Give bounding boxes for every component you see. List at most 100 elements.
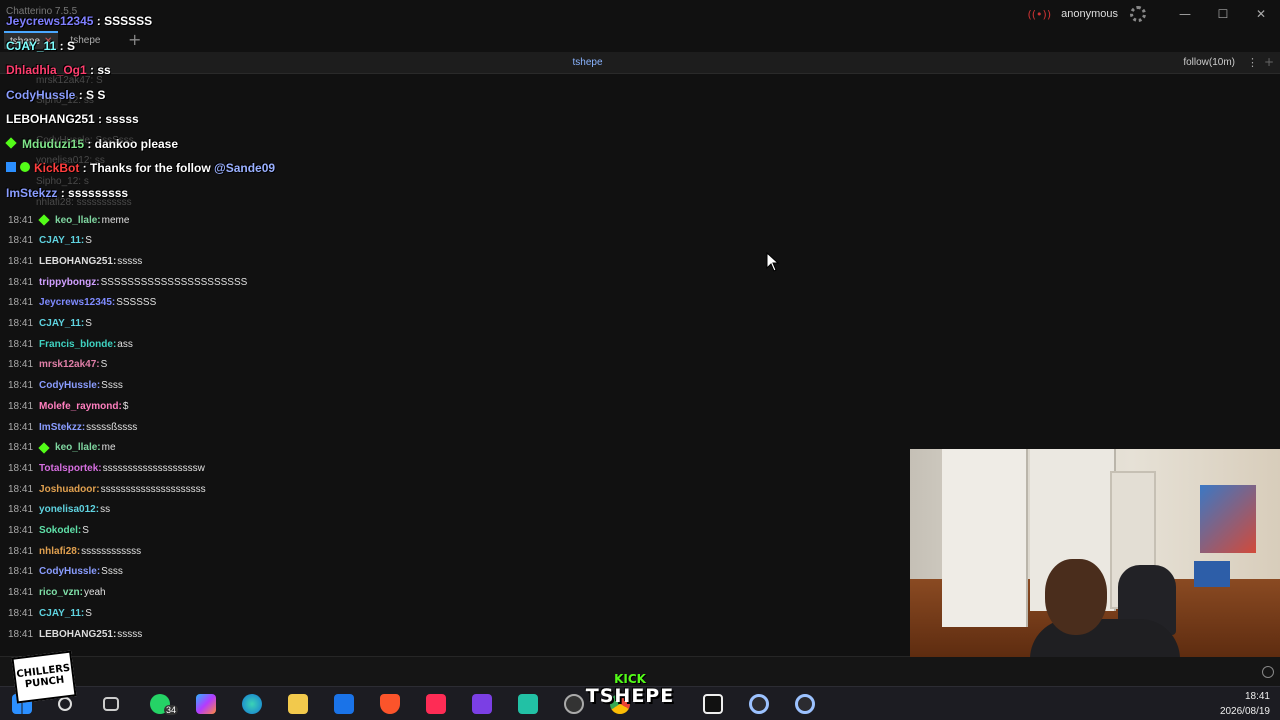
maximize-button[interactable]: ☐ — [1204, 7, 1242, 21]
chat-message[interactable]: 18:41 keo_llale: me — [8, 439, 116, 457]
message-timestamp: 18:41 — [8, 421, 34, 433]
message-username[interactable]: CodyHussle: — [39, 566, 100, 577]
system-clock[interactable]: 18:41 2026/08/19 — [1220, 689, 1270, 719]
search-icon[interactable] — [58, 697, 72, 711]
message-username[interactable]: rico_vzn: — [39, 587, 83, 598]
chat-mode-indicator[interactable]: follow(10m) — [1183, 57, 1235, 68]
edge-icon[interactable] — [242, 694, 262, 714]
message-timestamp: 18:41 — [8, 276, 34, 288]
message-username[interactable]: keo_llale: — [55, 442, 101, 453]
capcut-icon[interactable] — [703, 694, 723, 714]
message-username[interactable]: Molefe_raymond: — [39, 401, 122, 412]
message-timestamp: 18:41 — [8, 504, 34, 516]
file-explorer-icon[interactable] — [288, 694, 308, 714]
copilot-icon[interactable] — [196, 694, 216, 714]
subscriber-badge-icon[interactable] — [38, 214, 50, 226]
message-username[interactable]: mrsk12ak47: — [39, 359, 100, 370]
media-app-icon[interactable] — [472, 694, 492, 714]
message-text: Ssss — [101, 380, 123, 392]
chat-message[interactable]: 18:41 CJAY_11: S — [8, 232, 92, 250]
message-username[interactable]: Totalsportek: — [39, 463, 102, 474]
emote-picker-icon[interactable] — [1262, 666, 1274, 678]
chat-message[interactable]: 18:41 LEBOHANG251: sssss — [8, 625, 142, 643]
chat-message[interactable]: 18:41 nhlafi28: ssssssssssss — [8, 542, 141, 560]
account-username[interactable]: anonymous — [1061, 8, 1118, 20]
overlay-username: CJAY_11 — [6, 39, 57, 53]
close-button[interactable]: ✕ — [1242, 7, 1280, 21]
brave-icon[interactable] — [380, 694, 400, 714]
title-bar: Chatterino 7.5.5 ((•)) anonymous — ☐ ✕ — [0, 0, 1280, 30]
chat-message[interactable]: 18:41 Jeycrews12345: SSSSSS — [8, 294, 156, 312]
chat-message[interactable]: 18:41 CJAY_11: S — [8, 315, 92, 333]
message-timestamp: 18:41 — [8, 545, 34, 557]
message-username[interactable]: trippybongz: — [39, 277, 100, 288]
chat-message[interactable]: 18:41 rico_vzn: yeah — [8, 584, 106, 602]
task-view-icon[interactable] — [103, 697, 119, 711]
chat-message-faded: yonelisa012: ss — [36, 155, 105, 166]
chatterino-icon[interactable] — [749, 694, 769, 714]
message-text: me — [101, 442, 116, 454]
chat-message[interactable]: 18:41 Joshuadoor: sssssssssssssssssssss — [8, 480, 206, 498]
message-text: S — [82, 525, 89, 536]
webcam-shelf — [1194, 561, 1230, 587]
message-timestamp: 18:41 — [8, 462, 34, 474]
message-username[interactable]: CJAY_11: — [39, 608, 84, 619]
tiktok-icon[interactable] — [426, 694, 446, 714]
messages-app-icon[interactable] — [518, 694, 538, 714]
message-timestamp: 18:41 — [8, 587, 34, 599]
chat-message[interactable]: 18:41 Sokodel: S — [8, 522, 89, 540]
message-username[interactable]: keo_llale: — [55, 215, 101, 226]
chat-message[interactable]: 18:41 yonelisa012: ss — [8, 501, 110, 519]
message-username[interactable]: Jeycrews12345: — [39, 297, 115, 308]
message-text: S — [85, 607, 92, 619]
chat-message[interactable]: 18:41 Totalsportek: sssssssssssssssssssw — [8, 459, 205, 477]
message-text: $ — [122, 400, 129, 412]
message-username[interactable]: Joshuadoor: — [39, 484, 100, 495]
clock-time: 18:41 — [1244, 691, 1270, 702]
message-username[interactable]: CodyHussle: — [39, 380, 100, 391]
subscriber-badge-icon[interactable] — [38, 442, 50, 454]
channel-name[interactable]: tshepe — [0, 57, 1175, 68]
message-username[interactable]: LEBOHANG251: — [39, 629, 116, 640]
message-text: SSSSSSSSSSSSSSSSSSSSSS — [100, 276, 248, 288]
message-timestamp: 18:41 — [8, 525, 34, 536]
chat-message[interactable]: 18:41 Francis_blonde: ass — [8, 335, 133, 353]
chat-message[interactable]: 18:41 mrsk12ak47: S — [8, 356, 107, 374]
mail-icon[interactable] — [334, 694, 354, 714]
message-username[interactable]: LEBOHANG251: — [39, 256, 116, 267]
message-username[interactable]: ImStekzz: — [39, 422, 85, 433]
message-text: S — [85, 235, 92, 247]
verified-badge-icon — [20, 162, 30, 172]
message-timestamp: 18:41 — [8, 214, 34, 226]
add-split-icon[interactable]: + — [1264, 55, 1274, 69]
chat-message-faded: Sipho_12: s — [36, 176, 89, 187]
chatterino-icon[interactable] — [795, 694, 815, 714]
chillers-punch-logo: CHILLERS PUNCH — [11, 650, 77, 704]
chat-message[interactable]: 18:41 keo_llale: meme — [8, 211, 129, 229]
message-username[interactable]: CJAY_11: — [39, 318, 84, 329]
add-tab-icon[interactable]: + — [128, 30, 141, 49]
message-username[interactable]: yonelisa012: — [39, 504, 99, 515]
message-text: ssssssssssss — [81, 545, 142, 557]
split-menu-icon[interactable]: ⋮ — [1247, 56, 1258, 69]
message-timestamp: 18:41 — [8, 255, 34, 267]
chat-message[interactable]: 18:41 CodyHussle: Ssss — [8, 563, 123, 581]
message-text: ss — [100, 504, 111, 516]
settings-gear-icon[interactable] — [1130, 6, 1146, 22]
message-timestamp: 18:41 — [8, 607, 34, 619]
chat-message[interactable]: 18:41 ImStekzz: sssssßssss — [8, 418, 137, 436]
chat-message[interactable]: 18:41 trippybongz: SSSSSSSSSSSSSSSSSSSSSS — [8, 273, 247, 291]
chat-message[interactable]: 18:41 LEBOHANG251: sssss — [8, 252, 142, 270]
message-username[interactable]: Sokodel: — [39, 525, 81, 536]
message-text: sssssssssssssssssssss — [100, 483, 206, 495]
chat-message[interactable]: 18:41 Molefe_raymond: $ — [8, 397, 128, 415]
minimize-button[interactable]: — — [1166, 7, 1204, 21]
split-header: tshepe follow(10m) ⋮ + — [0, 52, 1280, 74]
message-timestamp: 18:41 — [8, 235, 34, 247]
message-username[interactable]: CJAY_11: — [39, 235, 84, 246]
chat-message-faded: mrsk12ak47: S — [36, 75, 103, 86]
chat-message[interactable]: 18:41 CodyHussle: Ssss — [8, 377, 123, 395]
message-username[interactable]: nhlafi28: — [39, 546, 80, 557]
message-username[interactable]: Francis_blonde: — [39, 339, 116, 350]
chat-message[interactable]: 18:41 CJAY_11: S — [8, 604, 92, 622]
